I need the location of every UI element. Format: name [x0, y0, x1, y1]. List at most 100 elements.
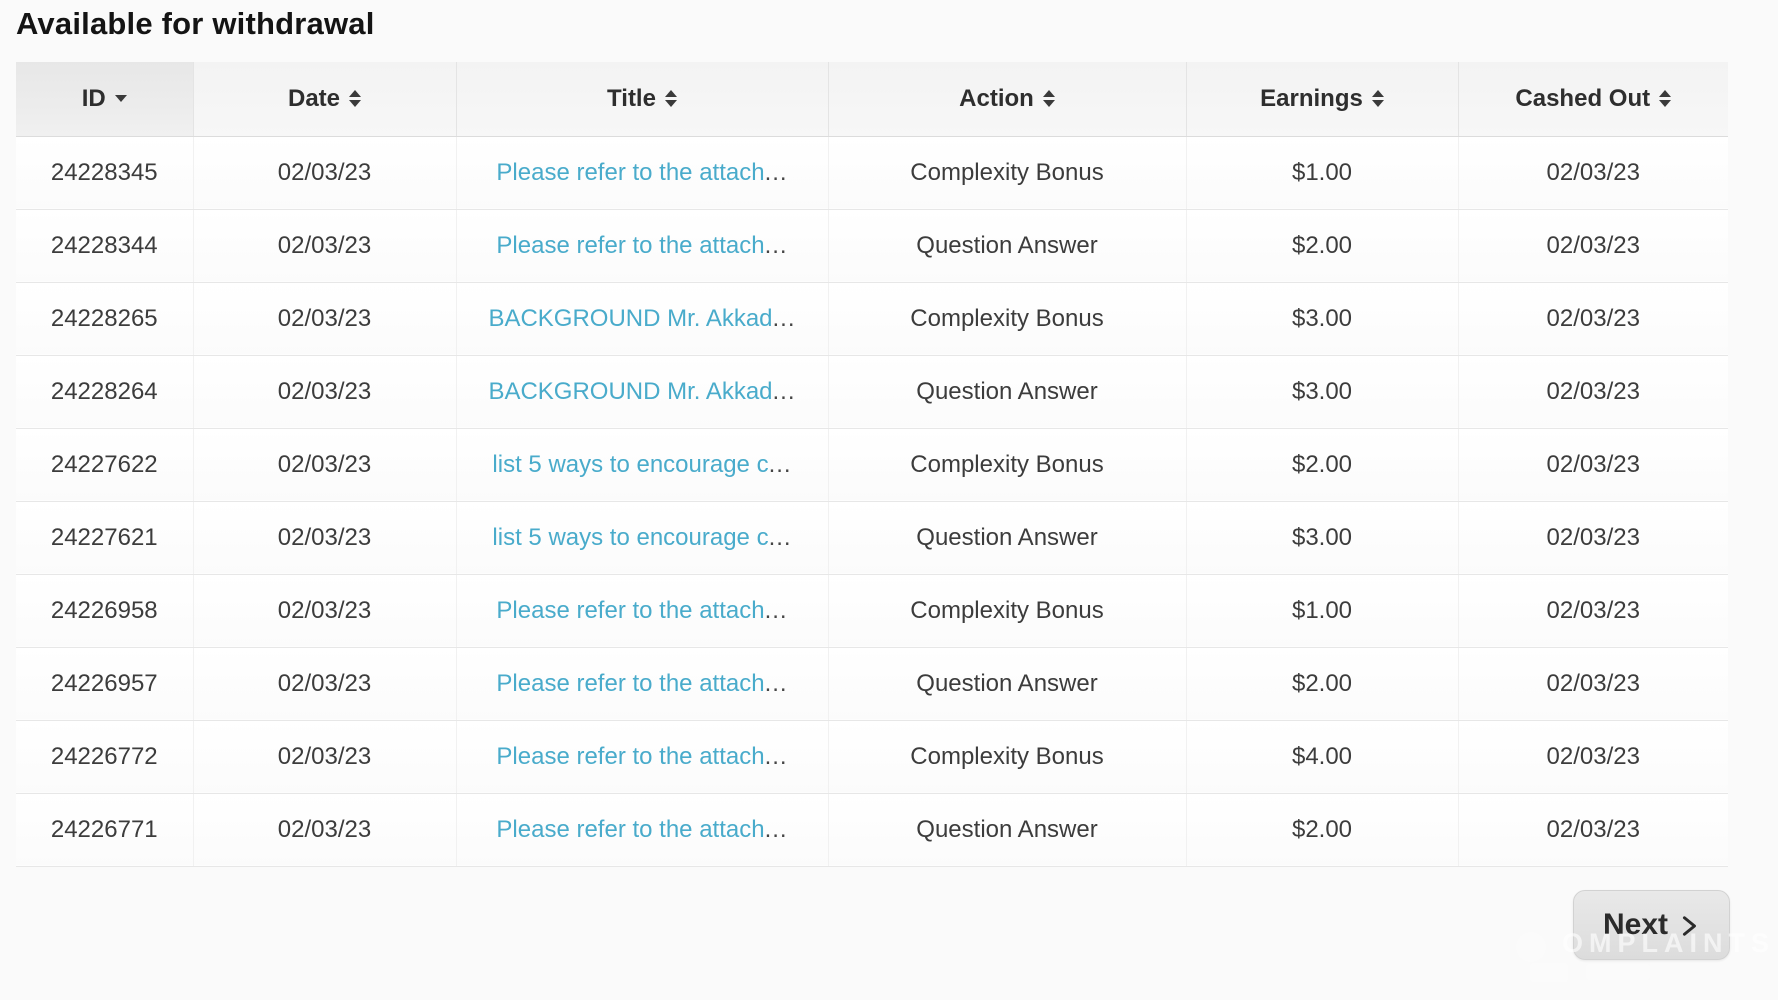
title-link[interactable]: Please refer to the attach... [496, 816, 787, 843]
column-header-earnings[interactable]: Earnings [1186, 62, 1458, 136]
title-link[interactable]: Please refer to the attach... [496, 232, 787, 259]
sort-desc-icon [115, 95, 127, 102]
title-ellipsis: ... [765, 816, 788, 843]
date-cell: 02/03/23 [193, 209, 456, 282]
title-cell: Please refer to the attach... [456, 793, 828, 866]
title-ellipsis: ... [765, 159, 788, 186]
date-cell: 02/03/23 [193, 647, 456, 720]
cashed-out-cell: 02/03/23 [1458, 501, 1728, 574]
id-cell: 24228264 [16, 355, 193, 428]
title-link[interactable]: Please refer to the attach... [496, 670, 787, 697]
sort-both-icon [1043, 90, 1055, 107]
table-row: 24228265 02/03/23 BACKGROUND Mr. Akkad... C… [16, 282, 1728, 355]
title-link[interactable]: BACKGROUND Mr. Akkad... [488, 378, 795, 405]
watermark-fragment [1530, 963, 1568, 982]
cashed-out-cell: 02/03/23 [1458, 720, 1728, 793]
title-link[interactable]: Please refer to the attach... [496, 597, 787, 624]
column-header-title-label: Title [607, 85, 656, 113]
next-button[interactable]: Next [1573, 890, 1730, 960]
action-cell: Complexity Bonus [828, 282, 1186, 355]
id-cell: 24227621 [16, 501, 193, 574]
date-cell: 02/03/23 [193, 793, 456, 866]
action-cell: Question Answer [828, 647, 1186, 720]
next-button-label: Next [1603, 908, 1668, 942]
title-cell: list 5 ways to encourage c... [456, 428, 828, 501]
table-row: 24228264 02/03/23 BACKGROUND Mr. Akkad... Q… [16, 355, 1728, 428]
cashed-out-cell: 02/03/23 [1458, 793, 1728, 866]
sort-both-icon [665, 90, 677, 107]
column-header-id-label: ID [82, 85, 106, 113]
id-cell: 24226957 [16, 647, 193, 720]
earnings-cell: $1.00 [1186, 136, 1458, 209]
column-header-date-label: Date [288, 85, 340, 113]
date-cell: 02/03/23 [193, 720, 456, 793]
id-cell: 24228344 [16, 209, 193, 282]
title-ellipsis: ... [773, 378, 796, 405]
column-header-action-label: Action [959, 85, 1034, 113]
title-cell: Please refer to the attach... [456, 136, 828, 209]
table-row: 2422834402/03/23Please refer to the atta… [16, 209, 1728, 282]
title-link[interactable]: list 5 ways to encourage c... [492, 524, 791, 551]
column-header-action[interactable]: Action [828, 62, 1186, 136]
table-row: 2422762102/03/23list 5 ways to encourage… [16, 501, 1728, 574]
id-cell: 24227622 [16, 428, 193, 501]
watermark-logo-icon [1516, 932, 1546, 962]
id-cell: 24226772 [16, 720, 193, 793]
title-cell: list 5 ways to encourage c... [456, 501, 828, 574]
earnings-cell: $2.00 [1186, 428, 1458, 501]
action-cell: Complexity Bonus [828, 720, 1186, 793]
title-cell: BACKGROUND Mr. Akkad... [456, 282, 828, 355]
title-link[interactable]: Please refer to the attach... [496, 743, 787, 770]
title-ellipsis: ... [765, 670, 788, 697]
date-cell: 02/03/23 [193, 501, 456, 574]
title-link[interactable]: Please refer to the attach... [496, 159, 787, 186]
id-cell: 24226771 [16, 793, 193, 866]
table-body: 2422834502/03/23Please refer to the atta… [16, 136, 1728, 866]
column-header-date[interactable]: Date [193, 62, 456, 136]
action-cell: Question Answer [828, 209, 1186, 282]
page-title: Available for withdrawal [16, 6, 375, 42]
cashed-out-cell: 02/03/23 [1458, 282, 1728, 355]
title-cell: BACKGROUND Mr. Akkad... [456, 355, 828, 428]
table-row: 2422677102/03/23Please refer to the atta… [16, 793, 1728, 866]
id-cell: 24228265 [16, 282, 193, 355]
column-header-earnings-label: Earnings [1260, 85, 1363, 113]
column-header-title[interactable]: Title [456, 62, 828, 136]
column-header-cashed-out-label: Cashed Out [1515, 85, 1650, 113]
title-ellipsis: ... [765, 232, 788, 259]
cashed-out-cell: 02/03/23 [1458, 428, 1728, 501]
sort-both-icon [349, 90, 361, 107]
withdrawal-table: ID Date Title Action [16, 62, 1728, 867]
title-ellipsis: ... [765, 597, 788, 624]
title-ellipsis: ... [769, 524, 792, 551]
watermark-fragment [1586, 964, 1650, 980]
title-ellipsis: ... [773, 305, 796, 332]
action-cell: Complexity Bonus [828, 428, 1186, 501]
date-cell: 02/03/23 [193, 136, 456, 209]
action-cell: Complexity Bonus [828, 574, 1186, 647]
title-cell: Please refer to the attach... [456, 209, 828, 282]
title-ellipsis: ... [769, 451, 792, 478]
action-cell: Complexity Bonus [828, 136, 1186, 209]
title-link[interactable]: list 5 ways to encourage c... [492, 451, 791, 478]
column-header-id[interactable]: ID [16, 62, 193, 136]
cashed-out-cell: 02/03/23 [1458, 209, 1728, 282]
earnings-cell: $1.00 [1186, 574, 1458, 647]
cashed-out-cell: 02/03/23 [1458, 355, 1728, 428]
table-row: 2422677202/03/23Please refer to the atta… [16, 720, 1728, 793]
earnings-cell: $3.00 [1186, 501, 1458, 574]
action-cell: Question Answer [828, 355, 1186, 428]
column-header-cashed-out[interactable]: Cashed Out [1458, 62, 1728, 136]
cashed-out-cell: 02/03/23 [1458, 647, 1728, 720]
sort-both-icon [1372, 90, 1384, 107]
earnings-cell: $2.00 [1186, 647, 1458, 720]
title-ellipsis: ... [765, 743, 788, 770]
date-cell: 02/03/23 [193, 428, 456, 501]
table-row: 2422695702/03/23Please refer to the atta… [16, 647, 1728, 720]
earnings-cell: $2.00 [1186, 793, 1458, 866]
table-row: 2422834502/03/23Please refer to the atta… [16, 136, 1728, 209]
id-cell: 24226958 [16, 574, 193, 647]
action-cell: Question Answer [828, 793, 1186, 866]
title-cell: Please refer to the attach... [456, 647, 828, 720]
title-link[interactable]: BACKGROUND Mr. Akkad... [488, 305, 795, 332]
